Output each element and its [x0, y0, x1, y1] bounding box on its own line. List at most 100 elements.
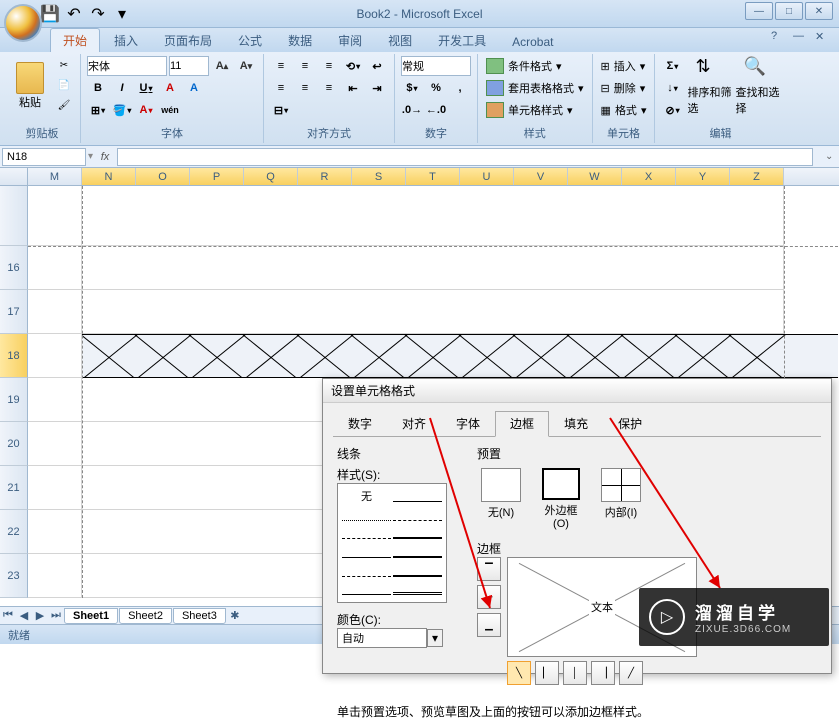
row-header[interactable]	[0, 186, 28, 246]
col-header[interactable]: V	[514, 168, 568, 185]
font-color-button[interactable]: A	[135, 100, 157, 120]
col-header[interactable]: P	[190, 168, 244, 185]
dlg-tab-number[interactable]: 数字	[333, 411, 387, 436]
preset-none-button[interactable]: 无(N)	[477, 468, 525, 530]
row-header[interactable]: 17	[0, 290, 28, 334]
border-left-button[interactable]: ▏	[535, 661, 559, 685]
sheet-nav-next-icon[interactable]: ▶	[32, 609, 48, 622]
comma-icon[interactable]: ,	[449, 78, 471, 98]
fill-button[interactable]: ↓	[661, 78, 683, 98]
col-header[interactable]: Z	[730, 168, 784, 185]
tab-acrobat[interactable]: Acrobat	[500, 32, 565, 52]
format-table-button[interactable]: 套用表格格式 ▾	[484, 78, 586, 98]
font-name-select[interactable]	[87, 56, 167, 76]
font-grow-a-icon[interactable]: A	[159, 78, 181, 98]
border-diag-down-button[interactable]: ╲	[507, 661, 531, 685]
bold-button[interactable]: B	[87, 78, 109, 98]
dlg-tab-border[interactable]: 边框	[495, 411, 549, 437]
line-style-item[interactable]	[393, 488, 442, 502]
line-style-item[interactable]	[342, 507, 391, 521]
redo-icon[interactable]: ↷	[88, 4, 108, 24]
percent-icon[interactable]: %	[425, 78, 447, 98]
tab-insert[interactable]: 插入	[102, 29, 150, 52]
dlg-tab-protection[interactable]: 保护	[603, 411, 657, 436]
border-diag-up-button[interactable]: ╱	[619, 661, 643, 685]
maximize-button[interactable]: □	[775, 2, 803, 20]
decrease-decimal-icon[interactable]: ←.0	[425, 100, 447, 120]
merge-cells-button[interactable]: ⊟	[270, 100, 292, 120]
tab-home[interactable]: 开始	[50, 28, 100, 52]
border-middle-h-button[interactable]: ─	[477, 585, 501, 609]
name-box[interactable]: N18	[2, 148, 86, 166]
tab-review[interactable]: 审阅	[326, 29, 374, 52]
number-format-select[interactable]	[401, 56, 471, 76]
close-button[interactable]: ✕	[805, 2, 833, 20]
doc-close-icon[interactable]: ✕	[815, 30, 831, 46]
border-button[interactable]: ⊞	[87, 100, 109, 120]
autosum-button[interactable]: Σ	[661, 56, 683, 76]
row-header[interactable]: 19	[0, 378, 28, 422]
col-header[interactable]: M	[28, 168, 82, 185]
align-center-icon[interactable]: ≡	[294, 78, 316, 98]
phonetic-button[interactable]: wén	[159, 100, 181, 120]
clear-button[interactable]: ⊘	[661, 100, 683, 120]
decrease-indent-icon[interactable]: ⇤	[342, 78, 364, 98]
sort-filter-button[interactable]: ⇅ 排序和筛选	[687, 56, 731, 120]
ribbon-minimize-icon[interactable]: —	[793, 30, 809, 46]
line-style-item[interactable]	[393, 563, 442, 577]
sheet-nav-prev-icon[interactable]: ◀	[16, 609, 32, 622]
sheet-tab[interactable]: Sheet2	[119, 608, 172, 624]
tab-data[interactable]: 数据	[276, 29, 324, 52]
border-right-button[interactable]: ▕	[591, 661, 615, 685]
cell-styles-button[interactable]: 单元格样式 ▾	[484, 100, 586, 120]
row-header[interactable]: 23	[0, 554, 28, 598]
tab-developer[interactable]: 开发工具	[426, 29, 498, 52]
cut-icon[interactable]: ✂	[54, 56, 74, 74]
col-header[interactable]: O	[136, 168, 190, 185]
color-select[interactable]	[337, 628, 427, 648]
help-icon[interactable]: ?	[771, 30, 787, 46]
border-middle-v-button[interactable]: │	[563, 661, 587, 685]
align-middle-icon[interactable]: ≡	[294, 56, 316, 76]
border-bottom-button[interactable]: ▁	[477, 613, 501, 637]
color-dropdown-icon[interactable]: ▾	[427, 629, 443, 647]
line-style-list[interactable]: 无	[337, 483, 447, 603]
col-header[interactable]: U	[460, 168, 514, 185]
select-all-corner[interactable]	[0, 168, 28, 185]
col-header[interactable]: Q	[244, 168, 298, 185]
align-bottom-icon[interactable]: ≡	[318, 56, 340, 76]
font-size-select[interactable]	[169, 56, 209, 76]
line-style-item[interactable]	[393, 544, 442, 558]
insert-cells-button[interactable]: ⊞ 插入 ▾	[599, 56, 649, 76]
preset-inside-button[interactable]: 内部(I)	[597, 468, 645, 530]
line-style-item[interactable]	[342, 544, 391, 558]
col-header[interactable]: X	[622, 168, 676, 185]
preset-outline-button[interactable]: 外边框(O)	[537, 468, 585, 530]
office-button[interactable]	[4, 4, 42, 42]
dlg-tab-fill[interactable]: 填充	[549, 411, 603, 436]
line-style-item[interactable]	[393, 525, 442, 539]
fill-color-button[interactable]: 🪣	[111, 100, 133, 120]
tab-page-layout[interactable]: 页面布局	[152, 29, 224, 52]
copy-icon[interactable]: 📄	[54, 76, 74, 94]
sheet-tab[interactable]: Sheet1	[64, 608, 118, 624]
align-left-icon[interactable]: ≡	[270, 78, 292, 98]
wrap-text-icon[interactable]: ↩	[366, 56, 388, 76]
col-header[interactable]: T	[406, 168, 460, 185]
sheet-tab[interactable]: Sheet3	[173, 608, 226, 624]
formula-input[interactable]	[117, 148, 813, 166]
paste-button[interactable]: 粘贴	[10, 56, 50, 116]
font-shrink-a-icon[interactable]: A	[183, 78, 205, 98]
line-style-item[interactable]	[342, 563, 391, 577]
row-header[interactable]: 20	[0, 422, 28, 466]
row-header[interactable]: 18	[0, 334, 28, 378]
col-header[interactable]: S	[352, 168, 406, 185]
dlg-tab-alignment[interactable]: 对齐	[387, 411, 441, 436]
format-cells-button[interactable]: ▦ 格式 ▾	[599, 100, 649, 120]
grow-font-icon[interactable]: A▴	[211, 56, 233, 76]
currency-icon[interactable]: $	[401, 78, 423, 98]
new-sheet-icon[interactable]: ✱	[227, 609, 243, 622]
undo-icon[interactable]: ↶	[64, 4, 84, 24]
conditional-format-button[interactable]: 条件格式 ▾	[484, 56, 586, 76]
tab-formulas[interactable]: 公式	[226, 29, 274, 52]
